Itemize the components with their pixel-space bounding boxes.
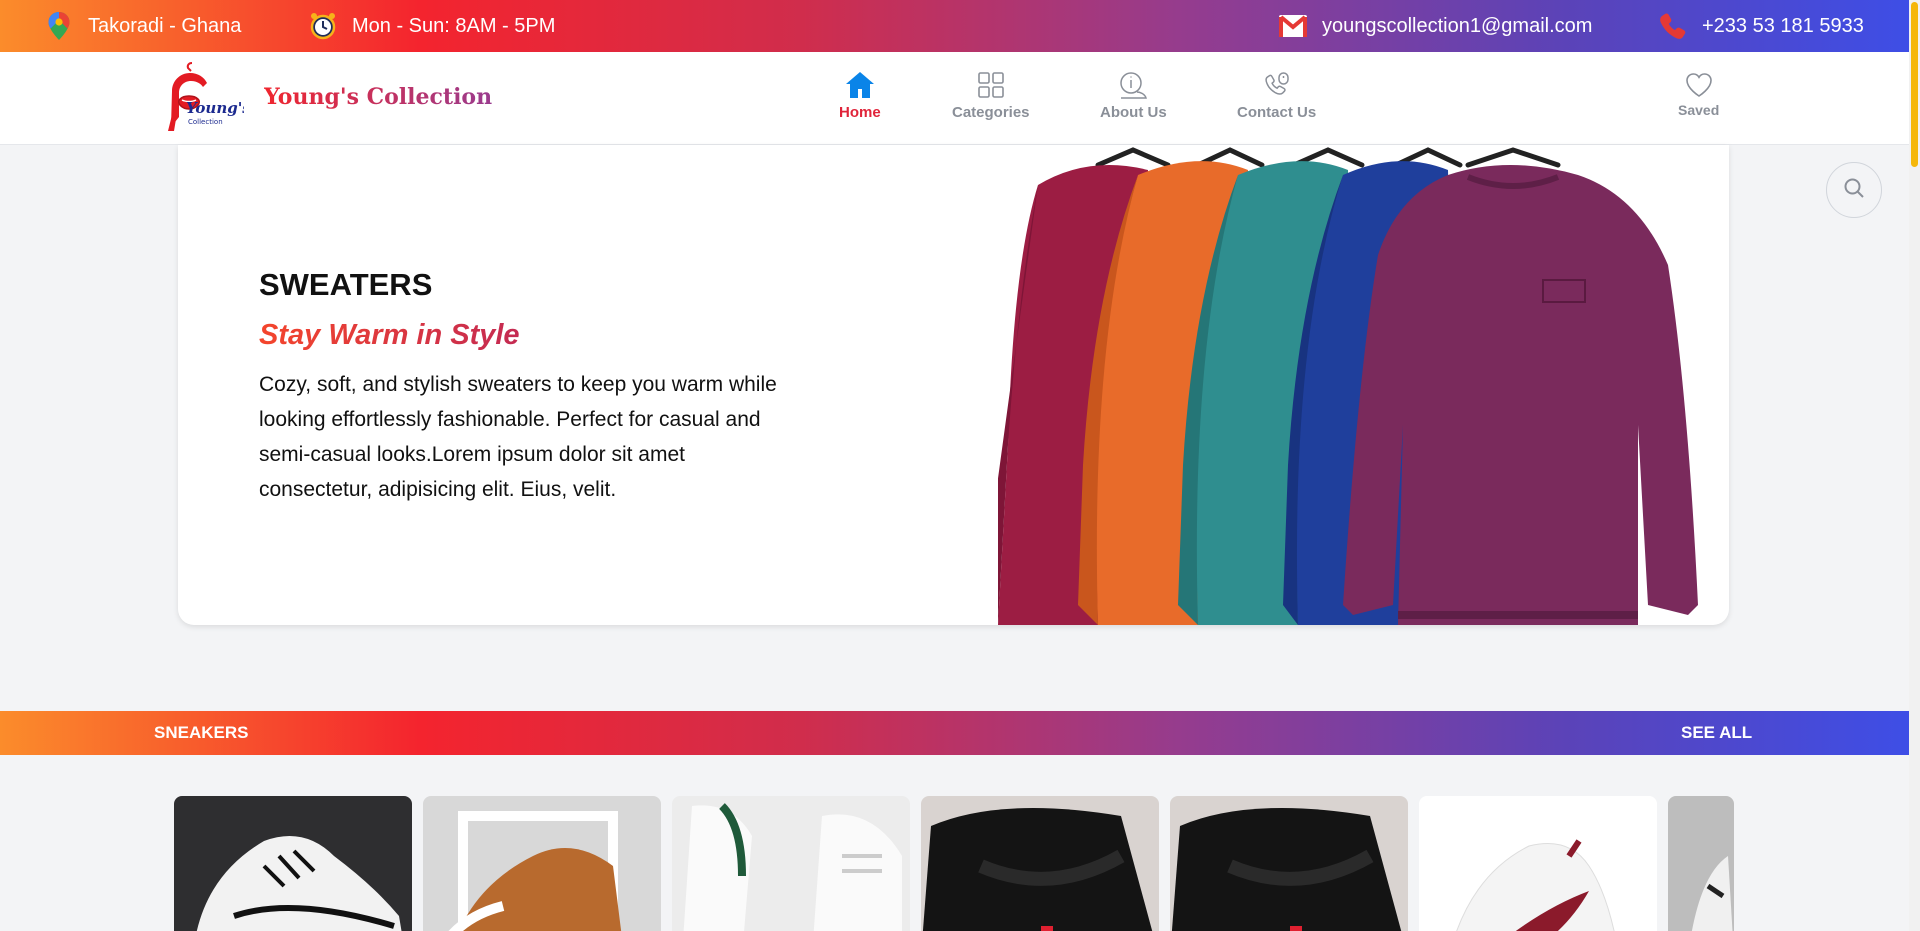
site-header: Young's Collection Young's Collection Ho…	[0, 52, 1909, 145]
hero-subtitle: Stay Warm in Style	[259, 319, 520, 351]
sneaker-image	[1691, 856, 1733, 931]
logo-subtext: Collection	[188, 118, 223, 126]
info-icon	[1116, 68, 1150, 102]
home-icon	[843, 68, 877, 102]
nav-about-label: About Us	[1100, 104, 1167, 121]
search-button[interactable]	[1826, 162, 1882, 218]
heart-icon	[1682, 70, 1716, 100]
hero-description: Cozy, soft, and stylish sweaters to keep…	[259, 373, 777, 501]
phone-text[interactable]: +233 53 181 5933	[1702, 15, 1864, 38]
product-card[interactable]	[1170, 796, 1408, 931]
product-card[interactable]	[921, 796, 1159, 931]
email-info[interactable]: youngscollection1@gmail.com	[1278, 0, 1592, 52]
page-scrollbar[interactable]	[1909, 0, 1920, 931]
sneaker-image	[196, 836, 402, 931]
alarm-clock-icon	[308, 11, 338, 41]
hero-banner: SWEATERS Stay Warm in Style Cozy, soft, …	[178, 145, 1729, 625]
phone-info[interactable]: +233 53 181 5933	[1658, 0, 1864, 52]
nav-categories[interactable]: Categories	[952, 68, 1030, 121]
brand-logo[interactable]: Young's Collection	[162, 61, 251, 135]
phone-icon	[1658, 11, 1688, 41]
nav-contact-label: Contact Us	[1237, 104, 1317, 121]
hero-title: SWEATERS	[259, 267, 433, 302]
map-pin-icon	[44, 11, 74, 41]
sneaker-image	[1456, 839, 1615, 931]
top-info-bar: Takoradi - Ghana Mon - Sun: 8AM - 5PM yo…	[0, 0, 1909, 52]
see-all-link[interactable]: SEE ALL	[1681, 723, 1752, 743]
product-card[interactable]	[174, 796, 412, 931]
location-info: Takoradi - Ghana	[44, 0, 241, 52]
contact-phone-icon	[1260, 68, 1294, 102]
brand-name[interactable]: Young's Collection	[264, 84, 492, 110]
nav-contact[interactable]: Contact Us	[1237, 68, 1316, 121]
section-title: SNEAKERS	[154, 723, 249, 742]
hours-info: Mon - Sun: 8AM - 5PM	[308, 0, 555, 52]
logo-text: Young's	[186, 99, 244, 117]
sneakers-section-header: SNEAKERS SEE ALL	[0, 711, 1909, 755]
nav-categories-label: Categories	[952, 104, 1030, 121]
nav-about[interactable]: About Us	[1100, 68, 1167, 121]
sneaker-image	[683, 803, 902, 931]
sweaters-image	[978, 145, 1708, 625]
product-card[interactable]	[672, 796, 910, 931]
saved-button[interactable]: Saved	[1678, 70, 1719, 118]
sneaker-image	[922, 808, 1153, 931]
sneaker-image	[448, 811, 622, 931]
location-text: Takoradi - Ghana	[88, 14, 242, 37]
nav-home[interactable]: Home	[839, 68, 881, 121]
product-card[interactable]	[1668, 796, 1734, 931]
product-card[interactable]	[423, 796, 661, 931]
sneaker-image	[1171, 808, 1402, 931]
hours-text: Mon - Sun: 8AM - 5PM	[352, 14, 556, 37]
sneakers-carousel	[174, 796, 1734, 931]
scrollbar-thumb[interactable]	[1911, 2, 1918, 167]
nav-home-label: Home	[839, 104, 881, 121]
mail-icon	[1278, 11, 1308, 41]
email-text[interactable]: youngscollection1@gmail.com	[1322, 15, 1592, 38]
grid-icon	[974, 68, 1008, 102]
search-icon	[1842, 176, 1866, 205]
product-card[interactable]	[1419, 796, 1657, 931]
saved-label: Saved	[1678, 102, 1720, 118]
